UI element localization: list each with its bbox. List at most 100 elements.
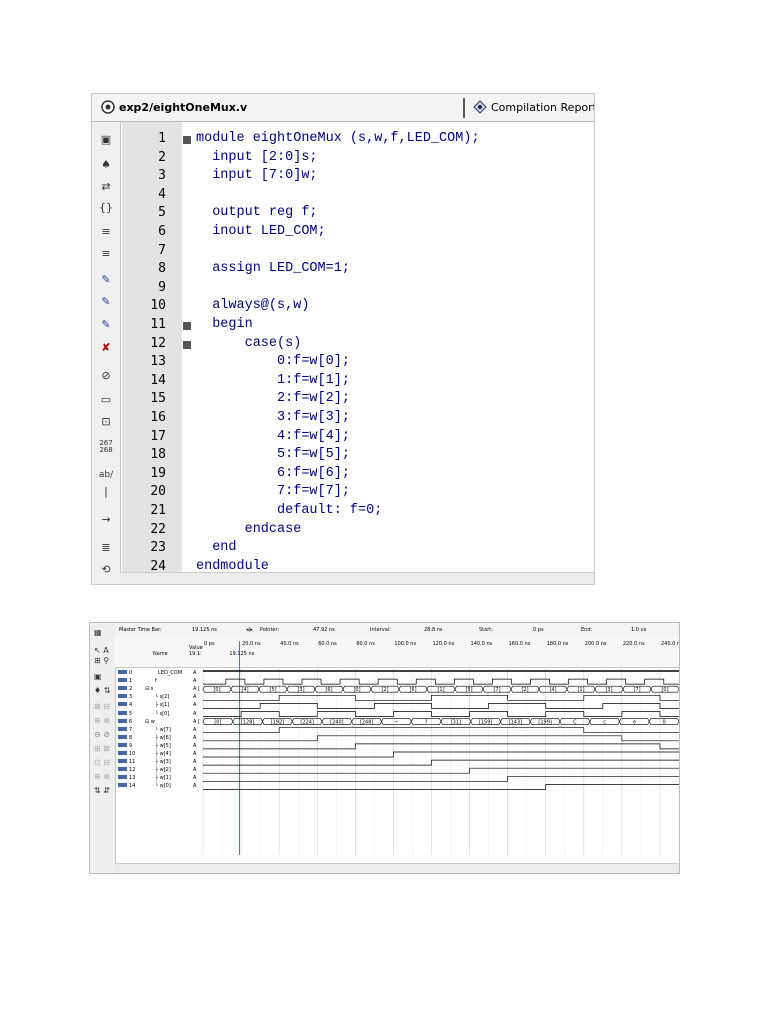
bus-value-label: [6] [325,687,332,693]
code-line[interactable]: assign LED_COM=1; [196,261,350,276]
code-line[interactable]: module eightOneMux (s,w,f,LED_COM); [196,131,480,146]
indent-icon[interactable]: ≡ [98,224,114,240]
bus-value-label: [31] [451,719,461,725]
cursor-time-label: 19.125 ns [229,651,254,657]
bus-value-label: [6] [409,687,416,693]
editor-tab-bar: exp2/eightOneMux.v Compilation Report - … [92,94,594,122]
code-line[interactable]: input [2:0]s; [196,150,317,165]
line-number: 8 [158,261,166,277]
code-line[interactable]: 7:f=w[7]; [196,484,350,499]
bus-value-label: [7] [633,687,640,693]
code-line[interactable]: 2:f=w[2]; [196,391,350,406]
time-tick-label: 40.0 ns [280,641,299,647]
uncomment-icon[interactable]: ⟲ [98,562,114,578]
comment-icon[interactable]: ≣ [98,540,114,556]
bus-value-label: [0] [214,719,221,725]
unindent-icon[interactable]: ≡ [98,246,114,262]
line-number: 21 [150,503,166,518]
line-number: 13 [150,354,166,370]
code-line[interactable]: 4:f=w[4]; [196,429,350,444]
signal-waveform [203,751,679,758]
spelling-icon[interactable]: ab/ [98,467,114,483]
time-tick-label: 220.0 ns [623,641,645,647]
bus-value-label: [159] [479,719,492,725]
tab-file-label: exp2/eightOneMux.v [119,101,248,114]
tab-compilation-report[interactable]: Compilation Report - Fl [463,98,594,118]
waveform-canvas[interactable]: 0 ps 20.0 ns 40.0 ns 60.0 ns 80.0 ns 100.0 ns… [90,623,679,863]
bus-value-label: [1] [577,687,584,693]
code-line[interactable]: endmodule [196,559,269,574]
signal-waveform [203,711,679,717]
fold-marker-icon[interactable] [183,322,191,330]
report-icon [473,100,487,114]
editor-toolbar: ▣ ♠ ⇄ {} ≡ ≡ ✎ ✎ ✎ ✘ ⊘ ▭ ⊡ 267 268 ab/| → ≣ ⟲ [92,122,121,584]
bus-value-label: C [573,719,577,725]
braces-icon[interactable]: {} [98,200,114,216]
paperclip-icon[interactable]: ⊘ [98,368,114,384]
signal-waveform [203,703,679,709]
time-tick-label: 140.0 ns [471,641,493,647]
code-line[interactable]: endcase [196,522,302,537]
bus-value-label: [128] [241,719,254,725]
line-number: 14 [150,372,166,388]
code-line[interactable]: output reg f; [196,205,317,220]
insert-file-icon[interactable]: ⊡ [98,414,114,430]
line-number: 5 [158,205,166,221]
bookmark-next-icon[interactable]: ✎ [98,294,114,310]
code-line[interactable]: 3:f=w[3]; [196,410,350,425]
line-number: 10 [150,298,166,314]
fold-marker-icon[interactable] [183,340,191,349]
time-tick-label: 180.0 ns [547,641,569,647]
time-tick-label: 200.0 ns [585,641,607,647]
bus-value-label: [4] [549,687,556,693]
waveform-viewer: ▦ ↖ A ⊞ ⚲ ▣ ♦ ⇅ ⊠ ⊟ ⊕ ⊗ ⊖ ⊘ ⊞ ⊠ ⊡ ⊟ ⊕ ⊗ … [89,622,680,874]
bus-value-label: [1] [437,687,444,693]
code-line[interactable]: 1:f=w[1]; [196,373,350,388]
bus-value-label: [240] [330,719,343,725]
line-number: 16 [150,410,166,425]
code-line[interactable]: 6:f=w[6]; [196,466,350,481]
code-line[interactable]: 0:f=w[0]; [196,354,350,369]
cursor-bar-icon[interactable]: | [98,484,114,500]
bus-value-label: [2] [381,687,388,693]
signal-waveform [203,678,679,685]
waveform-scrollbar[interactable] [115,863,679,873]
page-icon[interactable]: ▣ [98,132,114,148]
find-replace-icon[interactable]: ⇄ [98,179,114,195]
bus-value-label: [192] [271,719,284,725]
bus-value-label: [0] [213,687,220,693]
line-number: 24 [150,558,166,574]
time-tick-label: 120.0 ns [432,641,454,647]
line-number: 20 [150,484,166,500]
code-line[interactable]: 5:f=w[5]; [196,447,350,462]
code-line[interactable]: always@(s,w) [196,298,309,313]
binoculars-icon[interactable]: ♠ [98,157,114,173]
line-number: 11 [150,317,166,332]
tab-file[interactable]: exp2/eightOneMux.v [101,98,247,118]
bookmark-prev-icon[interactable]: ✎ [98,317,114,333]
code-line[interactable]: end [196,540,236,555]
line-number-icon[interactable]: 267 268 [98,440,114,458]
line-number: 19 [150,465,166,481]
bus-value-label: [4] [241,687,248,693]
time-tick-label: 80.0 ns [356,641,375,647]
arrow-icon[interactable]: → [98,512,114,528]
bus-value-label: 0 [663,719,666,725]
horizontal-scrollbar[interactable] [120,572,594,584]
bookmark-clear-icon[interactable]: ✘ [98,340,114,356]
line-number: 22 [150,521,166,537]
code-line[interactable]: default: f=0; [196,503,382,518]
fold-marker-icon[interactable] [183,136,191,144]
bus-value-label: e [633,719,636,725]
signal-waveform [203,767,679,774]
code-line[interactable]: case(s) [196,336,302,351]
bookmark-toggle-icon[interactable]: ✎ [98,272,114,288]
template-icon[interactable]: ▭ [98,392,114,408]
code-line[interactable]: input [7:0]w; [196,168,317,183]
line-number: 23 [150,540,166,556]
code-line[interactable]: begin [196,317,253,332]
code-line[interactable]: inout LED_COM; [196,224,325,239]
line-number: 18 [150,447,166,463]
line-number: 6 [158,224,166,239]
line-number: 15 [150,391,166,407]
